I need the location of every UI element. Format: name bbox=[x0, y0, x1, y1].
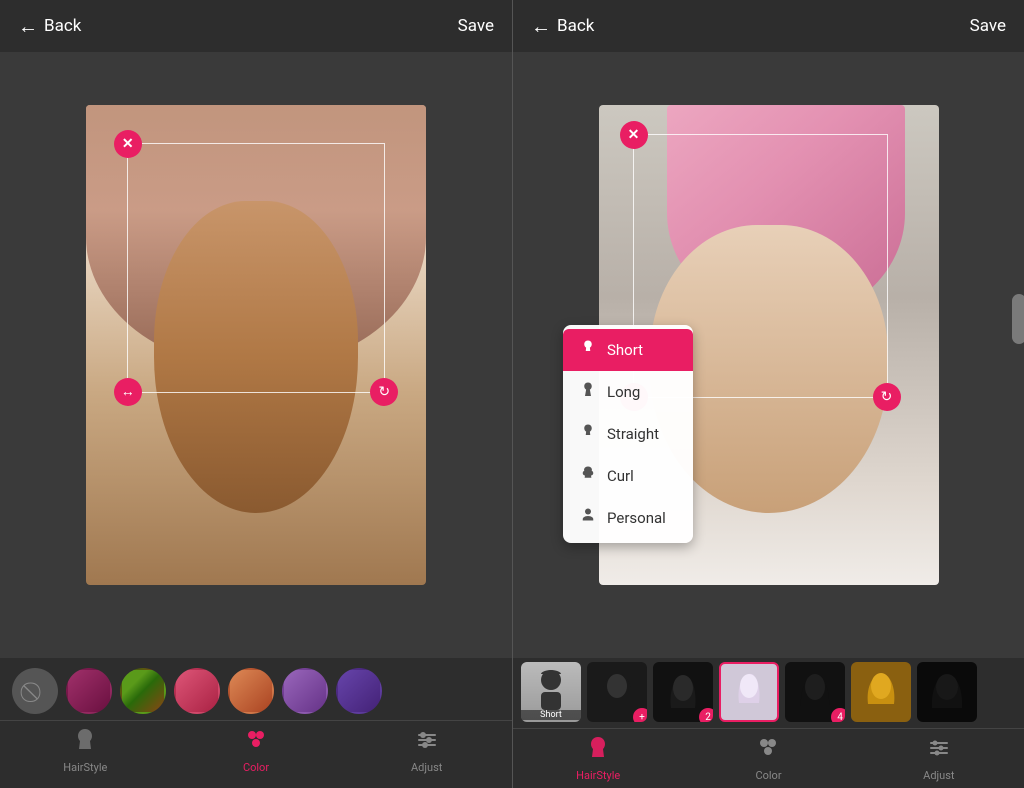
hair-shape-7 bbox=[927, 668, 967, 716]
tab-adjust-right[interactable]: Adjust bbox=[854, 729, 1024, 788]
color-2-left[interactable] bbox=[120, 668, 166, 714]
hairstyle-thumb-1[interactable]: Short bbox=[521, 662, 581, 722]
back-label: Back bbox=[44, 16, 81, 36]
side-scroll-handle-right[interactable] bbox=[1012, 294, 1024, 344]
hair-shape-2 bbox=[597, 668, 637, 716]
tab-color-right[interactable]: Color bbox=[683, 729, 853, 788]
hairstyle-thumb-6[interactable] bbox=[851, 662, 911, 722]
personal-label: Personal bbox=[607, 509, 666, 527]
hairstyle-row-right: Short + 2 bbox=[513, 658, 1024, 728]
tab-hairstyle-left[interactable]: HairStyle bbox=[0, 721, 171, 780]
hairstyle-icon-left bbox=[73, 727, 97, 757]
dropdown-item-long[interactable]: Long bbox=[563, 371, 693, 413]
back-arrow-icon: ← bbox=[18, 14, 38, 39]
back-arrow-icon-right: ← bbox=[531, 14, 551, 39]
short-label: Short bbox=[607, 341, 643, 359]
close-button-right[interactable]: ✕ bbox=[620, 121, 648, 149]
long-icon bbox=[579, 381, 597, 403]
adjust-icon-left bbox=[415, 727, 439, 757]
left-back-button[interactable]: ← Back bbox=[18, 14, 81, 39]
color-icon-left bbox=[244, 727, 268, 757]
left-panel: ← Back Save ✕ ↻ ↔ ⃠ bbox=[0, 0, 512, 788]
tab-hairstyle-right[interactable]: HairStyle bbox=[513, 729, 683, 788]
thumb-label-1: Short bbox=[521, 710, 581, 720]
hair-shape-4 bbox=[729, 668, 769, 716]
hairstyle-label-right: HairStyle bbox=[576, 769, 620, 782]
left-bottom-bar: ⃠ HairStyle bbox=[0, 658, 512, 788]
color-none-left[interactable]: ⃠ bbox=[12, 668, 58, 714]
rotate-handle-left[interactable]: ↻ bbox=[370, 378, 398, 406]
hairstyle-icon-right bbox=[586, 735, 610, 765]
tab-adjust-left[interactable]: Adjust bbox=[341, 721, 512, 780]
color-4-left[interactable] bbox=[228, 668, 274, 714]
right-panel: ← Back Save ✕ ↻ ↔ bbox=[512, 0, 1024, 788]
color-1-left[interactable] bbox=[66, 668, 112, 714]
dropdown-item-curl[interactable]: Curl bbox=[563, 455, 693, 497]
thumb-badge-2: + bbox=[633, 708, 647, 722]
color-3-left[interactable] bbox=[174, 668, 220, 714]
dropdown-item-straight[interactable]: Straight bbox=[563, 413, 693, 455]
right-back-button[interactable]: ← Back bbox=[531, 14, 594, 39]
color-6-left[interactable] bbox=[336, 668, 382, 714]
hairstyle-dropdown: Short Long Straight bbox=[563, 325, 693, 543]
tab-color-left[interactable]: Color bbox=[171, 721, 342, 780]
straight-icon bbox=[579, 423, 597, 445]
color-icon-right bbox=[756, 735, 780, 765]
hair-shape-5 bbox=[795, 668, 835, 716]
hairstyle-thumb-3[interactable]: 2 bbox=[653, 662, 713, 722]
left-photo: ✕ ↻ ↔ bbox=[86, 105, 426, 585]
personal-icon bbox=[579, 507, 597, 529]
dropdown-item-short[interactable]: Short bbox=[563, 329, 693, 371]
left-header: ← Back Save bbox=[0, 0, 512, 52]
adjust-label-left: Adjust bbox=[411, 761, 442, 774]
right-header: ← Back Save bbox=[513, 0, 1024, 52]
left-save-button[interactable]: Save bbox=[458, 16, 494, 36]
left-tab-bar: HairStyle Color bbox=[0, 720, 512, 780]
right-save-button[interactable]: Save bbox=[970, 16, 1006, 36]
right-bottom-bar: Short + 2 bbox=[513, 658, 1024, 788]
adjust-icon-right bbox=[927, 735, 951, 765]
right-tab-bar: HairStyle Color bbox=[513, 728, 1024, 788]
back-label-right: Back bbox=[557, 16, 594, 36]
right-image-area: ✕ ↻ ↔ Short Long bbox=[513, 52, 1024, 658]
hair-shape-3 bbox=[663, 668, 703, 716]
dropdown-item-personal[interactable]: Personal bbox=[563, 497, 693, 539]
color-label-left: Color bbox=[243, 761, 269, 774]
hairstyle-label-left: HairStyle bbox=[63, 761, 107, 774]
hairstyle-thumb-5[interactable]: 4 bbox=[785, 662, 845, 722]
color-row-left: ⃠ bbox=[0, 658, 512, 720]
hairstyle-thumb-4[interactable] bbox=[719, 662, 779, 722]
hairstyle-thumb-2[interactable]: + bbox=[587, 662, 647, 722]
curl-label: Curl bbox=[607, 467, 634, 485]
hair-shape-6 bbox=[861, 668, 901, 716]
color-label-right: Color bbox=[755, 769, 781, 782]
color-5-left[interactable] bbox=[282, 668, 328, 714]
curl-icon bbox=[579, 465, 597, 487]
adjust-label-right: Adjust bbox=[923, 769, 954, 782]
hairstyle-thumb-7[interactable] bbox=[917, 662, 977, 722]
straight-label: Straight bbox=[607, 425, 659, 443]
thumb-badge-3: 2 bbox=[699, 708, 713, 722]
long-label: Long bbox=[607, 383, 640, 401]
short-icon bbox=[579, 339, 597, 361]
scale-handle-left[interactable]: ↔ bbox=[114, 378, 142, 406]
left-image-area: ✕ ↻ ↔ bbox=[0, 52, 512, 658]
thumb-badge-5: 4 bbox=[831, 708, 845, 722]
face-left bbox=[154, 201, 358, 513]
